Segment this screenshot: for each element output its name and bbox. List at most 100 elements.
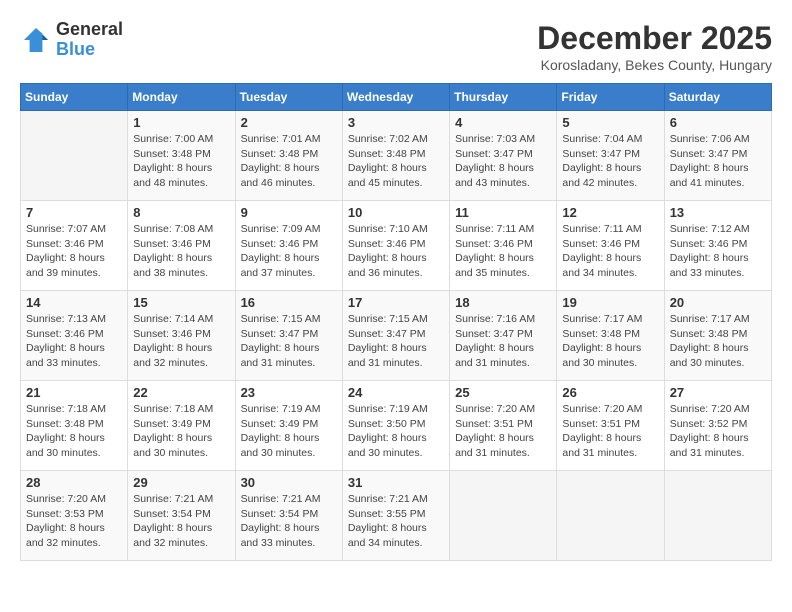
calendar-cell: 20Sunrise: 7:17 AMSunset: 3:48 PMDayligh… bbox=[664, 291, 771, 381]
day-number: 21 bbox=[26, 385, 122, 400]
day-info: Sunrise: 7:11 AMSunset: 3:46 PMDaylight:… bbox=[562, 222, 658, 281]
logo: General Blue bbox=[20, 20, 123, 60]
day-number: 2 bbox=[241, 115, 337, 130]
day-number: 23 bbox=[241, 385, 337, 400]
day-info: Sunrise: 7:15 AMSunset: 3:47 PMDaylight:… bbox=[241, 312, 337, 371]
day-number: 4 bbox=[455, 115, 551, 130]
calendar-cell bbox=[557, 471, 664, 561]
calendar-cell bbox=[664, 471, 771, 561]
day-number: 19 bbox=[562, 295, 658, 310]
day-info: Sunrise: 7:13 AMSunset: 3:46 PMDaylight:… bbox=[26, 312, 122, 371]
day-info: Sunrise: 7:19 AMSunset: 3:49 PMDaylight:… bbox=[241, 402, 337, 461]
day-info: Sunrise: 7:02 AMSunset: 3:48 PMDaylight:… bbox=[348, 132, 444, 191]
page-header: General Blue December 2025 Korosladany, … bbox=[20, 20, 772, 73]
day-info: Sunrise: 7:20 AMSunset: 3:52 PMDaylight:… bbox=[670, 402, 766, 461]
day-number: 13 bbox=[670, 205, 766, 220]
calendar-cell bbox=[21, 111, 128, 201]
logo-icon bbox=[20, 24, 52, 56]
title-area: December 2025 Korosladany, Bekes County,… bbox=[537, 20, 772, 73]
calendar-table: SundayMondayTuesdayWednesdayThursdayFrid… bbox=[20, 83, 772, 561]
day-info: Sunrise: 7:10 AMSunset: 3:46 PMDaylight:… bbox=[348, 222, 444, 281]
calendar-cell: 19 Sunrise: 7:17 AMSunset: 3:48 PMDayligh… bbox=[557, 291, 664, 381]
calendar-cell: 3 Sunrise: 7:02 AMSunset: 3:48 PMDaylight… bbox=[342, 111, 449, 201]
day-info: Sunrise: 7:12 AMSunset: 3:46 PMDaylight:… bbox=[670, 222, 766, 281]
calendar-cell: 7Sunrise: 7:07 AMSunset: 3:46 PMDaylight… bbox=[21, 201, 128, 291]
day-number: 27 bbox=[670, 385, 766, 400]
day-number: 24 bbox=[348, 385, 444, 400]
weekday-header-row: SundayMondayTuesdayWednesdayThursdayFrid… bbox=[21, 84, 772, 111]
calendar-cell: 1 Sunrise: 7:00 AMSunset: 3:48 PMDaylight… bbox=[128, 111, 235, 201]
day-number: 6 bbox=[670, 115, 766, 130]
day-info: Sunrise: 7:03 AMSunset: 3:47 PMDaylight:… bbox=[455, 132, 551, 191]
calendar-cell: 13 Sunrise: 7:12 AMSunset: 3:46 PMDayligh… bbox=[664, 201, 771, 291]
month-title: December 2025 bbox=[537, 20, 772, 57]
calendar-cell: 17 Sunrise: 7:15 AMSunset: 3:47 PMDayligh… bbox=[342, 291, 449, 381]
day-info: Sunrise: 7:18 AMSunset: 3:49 PMDaylight:… bbox=[133, 402, 229, 461]
calendar-body: 1 Sunrise: 7:00 AMSunset: 3:48 PMDaylight… bbox=[21, 111, 772, 561]
logo-general-text: General bbox=[56, 19, 123, 39]
calendar-cell: 29Sunrise: 7:21 AMSunset: 3:54 PMDayligh… bbox=[128, 471, 235, 561]
day-number: 5 bbox=[562, 115, 658, 130]
calendar-cell bbox=[450, 471, 557, 561]
day-number: 3 bbox=[348, 115, 444, 130]
calendar-cell: 9Sunrise: 7:09 AMSunset: 3:46 PMDaylight… bbox=[235, 201, 342, 291]
calendar-cell: 25 Sunrise: 7:20 AMSunset: 3:51 PMDayligh… bbox=[450, 381, 557, 471]
weekday-header-wednesday: Wednesday bbox=[342, 84, 449, 111]
day-number: 18 bbox=[455, 295, 551, 310]
calendar-cell: 18 Sunrise: 7:16 AMSunset: 3:47 PMDayligh… bbox=[450, 291, 557, 381]
day-number: 10 bbox=[348, 205, 444, 220]
weekday-header-friday: Friday bbox=[557, 84, 664, 111]
day-info: Sunrise: 7:20 AMSunset: 3:51 PMDaylight:… bbox=[455, 402, 551, 461]
day-info: Sunrise: 7:06 AMSunset: 3:47 PMDaylight:… bbox=[670, 132, 766, 191]
day-info: Sunrise: 7:04 AMSunset: 3:47 PMDaylight:… bbox=[562, 132, 658, 191]
day-info: Sunrise: 7:11 AMSunset: 3:46 PMDaylight:… bbox=[455, 222, 551, 281]
day-number: 25 bbox=[455, 385, 551, 400]
day-info: Sunrise: 7:20 AMSunset: 3:51 PMDaylight:… bbox=[562, 402, 658, 461]
calendar-header: SundayMondayTuesdayWednesdayThursdayFrid… bbox=[21, 84, 772, 111]
calendar-cell: 10 Sunrise: 7:10 AMSunset: 3:46 PMDayligh… bbox=[342, 201, 449, 291]
calendar-cell: 31 Sunrise: 7:21 AMSunset: 3:55 PMDayligh… bbox=[342, 471, 449, 561]
day-info: Sunrise: 7:19 AMSunset: 3:50 PMDaylight:… bbox=[348, 402, 444, 461]
calendar-cell: 6 Sunrise: 7:06 AMSunset: 3:47 PMDaylight… bbox=[664, 111, 771, 201]
calendar-cell: 30 Sunrise: 7:21 AMSunset: 3:54 PMDayligh… bbox=[235, 471, 342, 561]
day-info: Sunrise: 7:21 AMSunset: 3:55 PMDaylight:… bbox=[348, 492, 444, 551]
day-number: 30 bbox=[241, 475, 337, 490]
day-info: Sunrise: 7:14 AMSunset: 3:46 PMDaylight:… bbox=[133, 312, 229, 371]
day-info: Sunrise: 7:00 AMSunset: 3:48 PMDaylight:… bbox=[133, 132, 229, 191]
calendar-cell: 4 Sunrise: 7:03 AMSunset: 3:47 PMDaylight… bbox=[450, 111, 557, 201]
day-number: 14 bbox=[26, 295, 122, 310]
calendar-cell: 21Sunrise: 7:18 AMSunset: 3:48 PMDayligh… bbox=[21, 381, 128, 471]
day-info: Sunrise: 7:09 AMSunset: 3:46 PMDaylight:… bbox=[241, 222, 337, 281]
day-info: Sunrise: 7:15 AMSunset: 3:47 PMDaylight:… bbox=[348, 312, 444, 371]
day-number: 22 bbox=[133, 385, 229, 400]
weekday-header-tuesday: Tuesday bbox=[235, 84, 342, 111]
day-number: 17 bbox=[348, 295, 444, 310]
calendar-cell: 27 Sunrise: 7:20 AMSunset: 3:52 PMDayligh… bbox=[664, 381, 771, 471]
day-number: 26 bbox=[562, 385, 658, 400]
calendar-cell: 15 Sunrise: 7:14 AMSunset: 3:46 PMDayligh… bbox=[128, 291, 235, 381]
day-info: Sunrise: 7:17 AMSunset: 3:48 PMDaylight:… bbox=[562, 312, 658, 371]
calendar-cell: 26 Sunrise: 7:20 AMSunset: 3:51 PMDayligh… bbox=[557, 381, 664, 471]
day-number: 8 bbox=[133, 205, 229, 220]
day-info: Sunrise: 7:01 AMSunset: 3:48 PMDaylight:… bbox=[241, 132, 337, 191]
calendar-week-5: 28Sunrise: 7:20 AMSunset: 3:53 PMDayligh… bbox=[21, 471, 772, 561]
weekday-header-thursday: Thursday bbox=[450, 84, 557, 111]
calendar-cell: 24 Sunrise: 7:19 AMSunset: 3:50 PMDayligh… bbox=[342, 381, 449, 471]
day-number: 12 bbox=[562, 205, 658, 220]
calendar-cell: 28Sunrise: 7:20 AMSunset: 3:53 PMDayligh… bbox=[21, 471, 128, 561]
day-info: Sunrise: 7:17 AMSunset: 3:48 PMDaylight:… bbox=[670, 312, 766, 371]
day-info: Sunrise: 7:20 AMSunset: 3:53 PMDaylight:… bbox=[26, 492, 122, 551]
logo-blue-text: Blue bbox=[56, 39, 95, 59]
calendar-cell: 2 Sunrise: 7:01 AMSunset: 3:48 PMDaylight… bbox=[235, 111, 342, 201]
calendar-week-3: 14 Sunrise: 7:13 AMSunset: 3:46 PMDayligh… bbox=[21, 291, 772, 381]
day-number: 16 bbox=[241, 295, 337, 310]
calendar-cell: 16 Sunrise: 7:15 AMSunset: 3:47 PMDayligh… bbox=[235, 291, 342, 381]
day-number: 11 bbox=[455, 205, 551, 220]
day-number: 15 bbox=[133, 295, 229, 310]
day-number: 31 bbox=[348, 475, 444, 490]
calendar-cell: 14 Sunrise: 7:13 AMSunset: 3:46 PMDayligh… bbox=[21, 291, 128, 381]
day-info: Sunrise: 7:21 AMSunset: 3:54 PMDaylight:… bbox=[241, 492, 337, 551]
day-number: 1 bbox=[133, 115, 229, 130]
day-info: Sunrise: 7:16 AMSunset: 3:47 PMDaylight:… bbox=[455, 312, 551, 371]
weekday-header-saturday: Saturday bbox=[664, 84, 771, 111]
